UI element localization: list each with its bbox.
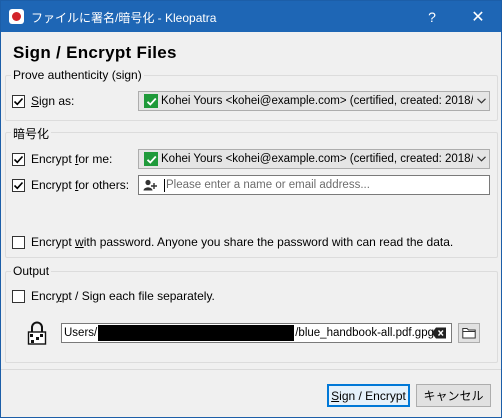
- sign-group-legend: Prove authenticity (sign): [11, 68, 144, 82]
- checkmark-icon: [13, 97, 24, 105]
- encrypt-with-password-row[interactable]: Encrypt with password. Anyone you share …: [12, 235, 453, 249]
- encrypt-for-me-certificate-value: Kohei Yours <kohei@example.com> (certifi…: [161, 153, 473, 165]
- help-button[interactable]: ?: [409, 1, 455, 32]
- encrypt-for-me-checkbox[interactable]: [12, 152, 25, 166]
- clear-text-icon[interactable]: [431, 326, 447, 340]
- certified-check-icon: [144, 152, 158, 166]
- sign-as-certificate-combo[interactable]: Kohei Yours <kohei@example.com> (certifi…: [138, 91, 490, 111]
- encrypt-for-others-checkbox[interactable]: [12, 178, 25, 192]
- page-title: Sign / Encrypt Files: [13, 43, 177, 62]
- encrypt-for-me-certificate-combo[interactable]: Kohei Yours <kohei@example.com> (certifi…: [138, 149, 490, 169]
- encrypted-file-icon: [27, 321, 51, 347]
- encrypt-group-legend: 暗号化: [11, 125, 52, 142]
- checkmark-icon: [13, 181, 24, 189]
- output-group-legend: Output: [11, 264, 52, 278]
- folder-icon: [462, 328, 476, 339]
- sign-separately-label: Encrypt / Sign each file separately.: [31, 289, 215, 303]
- sign-as-label: Sign as:: [31, 94, 75, 108]
- encrypt-for-others-label: Encrypt for others:: [31, 178, 130, 192]
- sign-as-checkbox-row[interactable]: Sign as:: [12, 94, 74, 108]
- close-button[interactable]: ✕: [455, 1, 501, 32]
- checkmark-icon: [13, 155, 24, 163]
- window-title: ファイルに署名/暗号化 - Kleopatra: [31, 11, 217, 25]
- redacted-path-segment: [98, 325, 295, 341]
- dialog-window: ファイルに署名/暗号化 - Kleopatra ? ✕ Sign / Encry…: [0, 0, 502, 418]
- output-path-suffix: /blue_handbook-all.pdf.gpg: [295, 327, 434, 339]
- sign-as-checkbox[interactable]: [12, 94, 25, 108]
- sign-as-certificate-value: Kohei Yours <kohei@example.com> (certifi…: [161, 95, 473, 107]
- encrypt-for-others-row[interactable]: Encrypt for others:: [12, 178, 129, 192]
- encrypt-for-me-row[interactable]: Encrypt for me:: [12, 152, 112, 166]
- title-bar[interactable]: ファイルに署名/暗号化 - Kleopatra ? ✕: [1, 1, 501, 32]
- output-group: [5, 271, 498, 363]
- sign-separately-row[interactable]: Encrypt / Sign each file separately.: [12, 289, 215, 303]
- sign-encrypt-button[interactable]: Sign / Encrypt: [327, 384, 410, 407]
- add-recipient-icon: [139, 179, 161, 191]
- output-path-prefix: Users/: [64, 327, 98, 339]
- encrypt-for-me-label: Encrypt for me:: [31, 152, 113, 166]
- chevron-down-icon: [473, 150, 489, 168]
- encrypt-with-password-checkbox[interactable]: [12, 235, 25, 249]
- browse-button[interactable]: [458, 323, 480, 343]
- cancel-button[interactable]: キャンセル: [416, 384, 491, 407]
- kleopatra-icon: [9, 9, 24, 24]
- recipient-search-placeholder: Please enter a name or email address...: [166, 179, 370, 191]
- encrypt-with-password-label: Encrypt with password. Anyone you share …: [31, 235, 454, 249]
- output-path-input[interactable]: Users/ /blue_handbook-all.pdf.gpg: [61, 323, 452, 343]
- sign-separately-checkbox[interactable]: [12, 289, 25, 303]
- text-caret: [164, 178, 165, 192]
- chevron-down-icon: [473, 92, 489, 110]
- button-bar: Sign / Encrypt キャンセル: [1, 369, 501, 417]
- certified-check-icon: [144, 94, 158, 108]
- recipient-search-input[interactable]: Please enter a name or email address...: [138, 175, 490, 195]
